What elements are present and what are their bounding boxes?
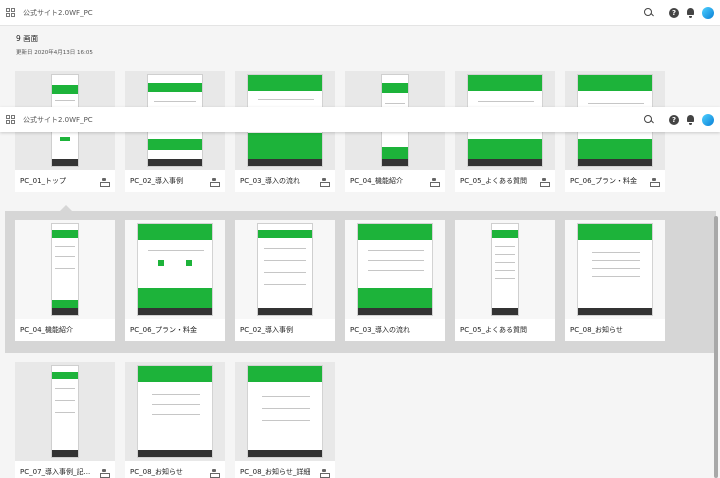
card-label: PC_02_導入事例 <box>240 326 294 334</box>
screen-thumbnail[interactable] <box>15 362 115 461</box>
desktop-preview <box>257 223 313 316</box>
screen-thumbnail[interactable] <box>565 220 665 319</box>
screen-thumbnail[interactable] <box>125 220 225 319</box>
desktop-preview <box>577 223 653 316</box>
screen-card[interactable]: PC_06_プラン・料金 <box>125 220 225 341</box>
desktop-preview <box>357 223 433 316</box>
phone-preview <box>491 223 519 316</box>
screen-card[interactable]: PC_03_導入の流れ <box>345 220 445 341</box>
share-icon[interactable] <box>100 469 110 478</box>
search-icon[interactable] <box>643 7 655 19</box>
bell-icon[interactable] <box>686 114 695 125</box>
search-icon[interactable] <box>643 114 655 126</box>
card-label: PC_05_よくある質問 <box>460 326 528 334</box>
card-label: PC_07_導入事例_記... <box>20 468 91 476</box>
share-icon[interactable] <box>650 178 660 187</box>
phone-preview <box>51 223 79 316</box>
screen-card[interactable]: PC_08_お知らせ <box>565 220 665 341</box>
screen-card[interactable]: PC_05_よくある質問 <box>455 220 555 341</box>
avatar[interactable] <box>702 113 714 126</box>
help-icon[interactable]: ? <box>669 7 679 18</box>
card-label: PC_03_導入の流れ <box>350 326 411 334</box>
screen-thumbnail[interactable] <box>15 220 115 319</box>
share-icon[interactable] <box>210 469 220 478</box>
card-label: PC_04_機能紹介 <box>350 177 404 185</box>
screen-card[interactable]: PC_02_導入事例 <box>235 220 335 341</box>
app-title: 公式サイト2.0WF_PC <box>23 8 93 17</box>
screen-card[interactable]: PC_04_機能紹介 <box>15 220 115 341</box>
app-title: 公式サイト2.0WF_PC <box>23 115 93 124</box>
card-label: PC_06_プラン・料金 <box>570 177 638 185</box>
share-icon[interactable] <box>320 178 330 187</box>
share-icon[interactable] <box>320 469 330 478</box>
bell-icon[interactable] <box>686 7 695 18</box>
avatar[interactable] <box>702 6 714 19</box>
card-label: PC_01_トップ <box>20 177 67 185</box>
screen-thumbnail[interactable] <box>235 220 335 319</box>
card-label: PC_08_お知らせ <box>570 326 623 334</box>
share-icon[interactable] <box>100 178 110 187</box>
share-icon[interactable] <box>430 178 440 187</box>
phone-preview <box>51 365 79 458</box>
screen-card[interactable]: PC_08_お知らせ <box>125 362 225 478</box>
card-label: PC_08_お知らせ_詳細 <box>240 468 311 476</box>
screen-thumbnail[interactable] <box>455 220 555 319</box>
page-header: 9 画面 更新日 2020年4月13日 16:05 <box>16 33 93 56</box>
help-icon[interactable]: ? <box>669 114 679 125</box>
scrollbar[interactable] <box>714 216 718 478</box>
share-icon[interactable] <box>210 178 220 187</box>
share-icon[interactable] <box>540 178 550 187</box>
grid-icon[interactable] <box>6 115 15 124</box>
card-label: PC_06_プラン・料金 <box>130 326 198 334</box>
screen-thumbnail[interactable] <box>345 220 445 319</box>
screen-count: 9 画面 <box>16 34 39 43</box>
screen-card[interactable]: PC_08_お知らせ_詳細 <box>235 362 335 478</box>
screen-thumbnail[interactable] <box>125 362 225 461</box>
desktop-preview <box>137 365 213 458</box>
updated-date: 更新日 2020年4月13日 16:05 <box>16 50 93 56</box>
app-header: 公式サイト2.0WF_PC ? <box>0 0 720 26</box>
grid-icon[interactable] <box>6 8 15 17</box>
screen-thumbnail[interactable] <box>235 362 335 461</box>
header-actions: ? <box>643 6 714 19</box>
desktop-preview <box>137 223 213 316</box>
sticky-header: 公式サイト2.0WF_PC ? <box>0 107 720 132</box>
card-label: PC_04_機能紹介 <box>20 326 74 334</box>
desktop-preview <box>247 365 323 458</box>
screen-card[interactable]: PC_07_導入事例_記... <box>15 362 115 478</box>
header-actions: ? <box>643 113 714 126</box>
card-label: PC_08_お知らせ <box>130 468 183 476</box>
card-label: PC_05_よくある質問 <box>460 177 528 185</box>
card-label: PC_02_導入事例 <box>130 177 184 185</box>
card-label: PC_03_導入の流れ <box>240 177 301 185</box>
